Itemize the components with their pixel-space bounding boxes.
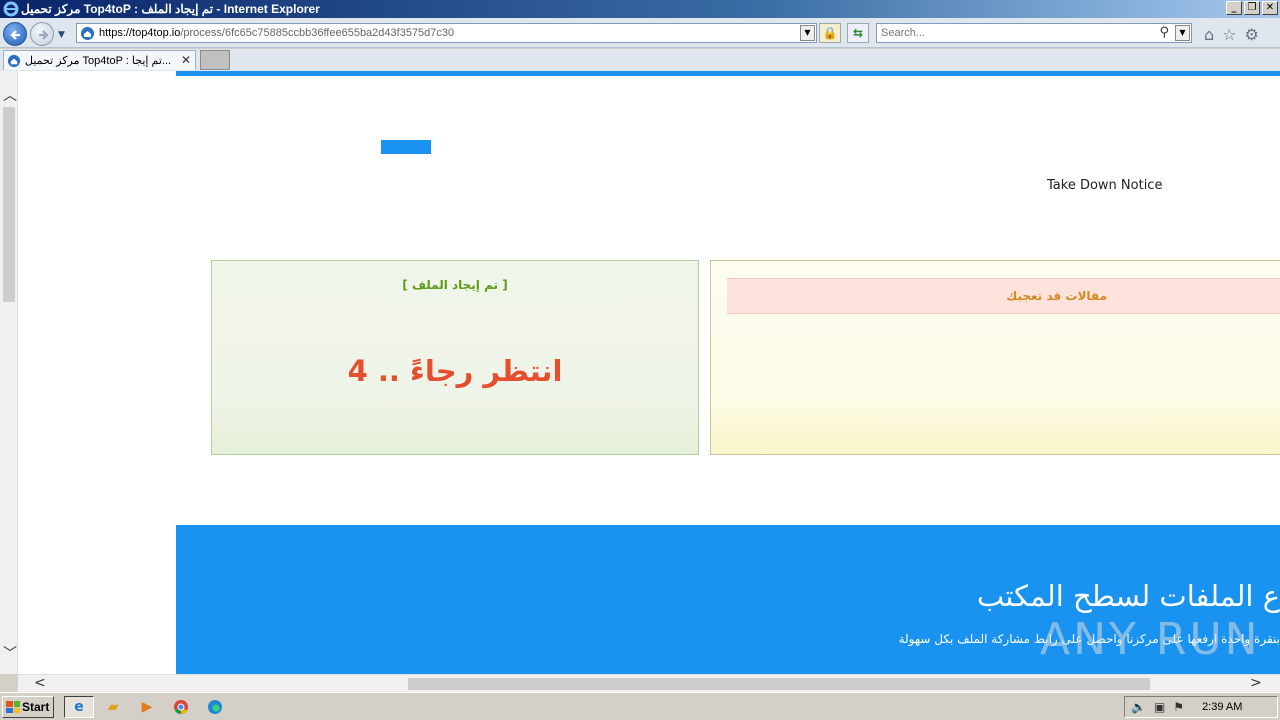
scroll-right-icon[interactable]: > xyxy=(1250,675,1262,691)
window-controls: _ ❐ ✕ xyxy=(1226,1,1278,15)
taskbar-explorer-icon[interactable]: ▰ xyxy=(98,696,128,718)
new-tab-button[interactable] xyxy=(200,50,230,70)
window-title: مركز تحميل Top4toP : تم إيجاد الملف - In… xyxy=(21,2,320,16)
close-button[interactable]: ✕ xyxy=(1262,1,1278,15)
recent-pages-dropdown-icon[interactable]: ▼ xyxy=(58,30,65,40)
back-button[interactable] xyxy=(3,22,27,46)
file-found-panel: [ تم إيجاد الملف ] انتظر رجاءً .. 4 xyxy=(211,260,699,455)
page-viewport: ︿ ﹀ Take Down Notice [ تم إيجاد الملف ] … xyxy=(0,71,1280,674)
network-icon[interactable]: ▣ xyxy=(1154,700,1165,714)
search-input[interactable] xyxy=(877,24,1147,42)
system-tray: 🔈 ▣ ⚑ 2:39 AM xyxy=(1124,696,1278,718)
search-box[interactable]: ⚲ ▼ xyxy=(876,23,1192,43)
header-accent-line xyxy=(176,71,1280,76)
windows-flag-icon xyxy=(6,701,20,713)
taskbar: Start e ▰ ▶ 🔈 ▣ ⚑ 2:39 AM xyxy=(0,692,1280,720)
window-titlebar: مركز تحميل Top4toP : تم إيجاد الملف - In… xyxy=(0,0,1280,18)
scroll-up-icon[interactable]: ︿ xyxy=(3,85,17,105)
search-dropdown-icon[interactable]: ▼ xyxy=(1175,25,1190,41)
address-dropdown-icon[interactable]: ▼ xyxy=(800,25,815,41)
url-text[interactable]: https://top4top.io/process/6fc65c75885cc… xyxy=(99,27,454,39)
taskbar-edge-icon[interactable] xyxy=(200,696,230,718)
taskbar-media-player-icon[interactable]: ▶ xyxy=(132,696,162,718)
site-favicon-icon xyxy=(81,27,94,40)
header-blue-block xyxy=(381,140,431,154)
forward-button[interactable] xyxy=(30,22,54,46)
banner-title: ع الملفات لسطح المكتب xyxy=(976,579,1280,613)
articles-header-label: مقالات قد تعجبك xyxy=(1006,289,1107,303)
taskbar-ie-icon[interactable]: e xyxy=(64,696,94,718)
refresh-icon[interactable]: ⇆ xyxy=(847,23,869,43)
tab-bar: مركز تحميل Top4toP : تم إيجا... ✕ xyxy=(0,49,1280,71)
tab-close-icon[interactable]: ✕ xyxy=(181,53,191,67)
arrow-right-icon xyxy=(39,30,49,40)
ie-logo-icon xyxy=(3,1,19,17)
minimize-button[interactable]: _ xyxy=(1226,1,1242,15)
vertical-scrollbar[interactable]: ︿ ﹀ xyxy=(0,71,18,674)
articles-header: مقالات قد تعجبك xyxy=(727,278,1280,314)
search-icon[interactable]: ⚲ xyxy=(1159,25,1169,40)
toolbar-icons: ⌂ ☆ ⚙ xyxy=(1204,25,1259,44)
anyrun-watermark: ANY RUN xyxy=(1040,614,1261,665)
tab-active[interactable]: مركز تحميل Top4toP : تم إيجا... ✕ xyxy=(3,50,196,70)
lock-icon[interactable]: 🔒 xyxy=(819,23,841,43)
vertical-scroll-thumb[interactable] xyxy=(3,107,15,302)
take-down-notice-link[interactable]: Take Down Notice xyxy=(1047,178,1162,193)
start-label: Start xyxy=(22,700,50,714)
action-center-flag-icon[interactable]: ⚑ xyxy=(1173,700,1184,714)
arrow-left-icon xyxy=(10,30,20,40)
start-button[interactable]: Start xyxy=(2,696,54,718)
settings-gear-icon[interactable]: ⚙ xyxy=(1245,25,1259,44)
restore-button[interactable]: ❐ xyxy=(1244,1,1260,15)
file-found-label: [ تم إيجاد الملف ] xyxy=(402,278,508,292)
volume-icon[interactable]: 🔈 xyxy=(1131,700,1146,714)
favorites-star-icon[interactable]: ☆ xyxy=(1222,25,1236,44)
tab-label: مركز تحميل Top4toP : تم إيجا... xyxy=(25,55,172,67)
scroll-left-icon[interactable]: < xyxy=(34,675,46,691)
horizontal-scroll-thumb[interactable] xyxy=(408,678,1150,690)
countdown-text: انتظر رجاءً .. 4 xyxy=(347,354,563,388)
taskbar-chrome-icon[interactable] xyxy=(166,696,196,718)
clock[interactable]: 2:39 AM xyxy=(1202,701,1242,713)
articles-panel: مقالات قد تعجبك xyxy=(710,260,1280,455)
home-icon[interactable]: ⌂ xyxy=(1204,25,1214,44)
tab-favicon-icon xyxy=(7,54,21,67)
address-bar[interactable]: https://top4top.io/process/6fc65c75885cc… xyxy=(76,23,817,43)
scroll-down-icon[interactable]: ﹀ xyxy=(3,643,17,663)
horizontal-scrollbar[interactable]: < > xyxy=(18,674,1280,692)
